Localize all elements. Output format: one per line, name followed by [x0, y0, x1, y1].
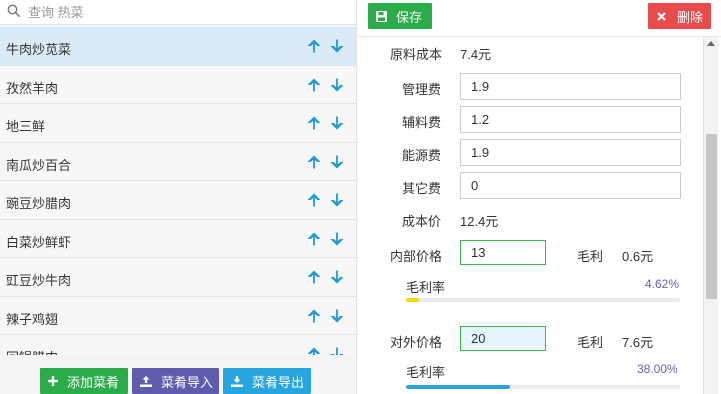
dish-name: 豌豆炒腊肉	[6, 196, 72, 211]
dish-item[interactable]: 地三鲜	[0, 104, 356, 143]
internal-margin-value: 4.62%	[645, 277, 680, 291]
move-down-icon[interactable]	[329, 269, 345, 285]
internal-profit-label: 毛利	[577, 249, 604, 264]
delete-button[interactable]: 删除	[648, 3, 711, 29]
external-profit-value: 7.6元	[622, 335, 654, 350]
move-up-icon[interactable]	[306, 346, 322, 355]
dish-list: 牛肉炒苋菜 孜然羊肉 地三鲜 南瓜炒百合 豌豆炒腊肉 白菜炒鲜虾 豇豆炒牛肉 辣…	[0, 27, 356, 355]
energy-fee-label: 能源费	[402, 148, 442, 163]
save-label: 保存	[396, 9, 423, 25]
search-bar	[0, 0, 356, 25]
raw-cost-value: 7.4元	[460, 47, 492, 62]
dish-item[interactable]: 辣子鸡翅	[0, 296, 356, 335]
save-icon	[376, 10, 387, 22]
dish-item[interactable]: 回锅腊肉	[0, 335, 356, 355]
plus-icon	[48, 376, 58, 386]
dish-list-panel: 牛肉炒苋菜 孜然羊肉 地三鲜 南瓜炒百合 豌豆炒腊肉 白菜炒鲜虾	[0, 0, 357, 394]
internal-margin-bar	[406, 298, 680, 302]
move-down-icon[interactable]	[329, 231, 345, 247]
move-up-icon[interactable]	[306, 192, 322, 208]
move-up-icon[interactable]	[306, 115, 322, 131]
move-up-icon[interactable]	[306, 231, 322, 247]
upload-icon	[140, 375, 152, 387]
add-dish-button[interactable]: 添加菜肴	[40, 368, 128, 394]
search-input[interactable]	[28, 2, 328, 22]
download-icon	[231, 375, 243, 387]
move-down-icon[interactable]	[329, 192, 345, 208]
auxiliary-fee-label: 辅料费	[402, 115, 442, 130]
detail-toolbar: 保存 删除	[358, 0, 721, 37]
dish-item[interactable]: 牛肉炒苋菜	[0, 27, 356, 66]
import-dish-label: 菜肴导入	[161, 374, 214, 390]
external-price-input[interactable]	[460, 326, 546, 351]
other-fee-input[interactable]	[460, 172, 681, 199]
external-price-label: 对外价格	[390, 335, 443, 350]
move-down-icon[interactable]	[329, 346, 345, 355]
dish-item[interactable]: 孜然羊肉	[0, 65, 356, 104]
import-dish-button[interactable]: 菜肴导入	[132, 368, 219, 394]
raw-cost-label: 原料成本	[390, 47, 443, 62]
other-fee-label: 其它费	[402, 181, 442, 196]
management-fee-label: 管理费	[402, 82, 442, 97]
move-up-icon[interactable]	[306, 77, 322, 93]
dish-name: 牛肉炒苋菜	[6, 42, 72, 57]
auxiliary-fee-input[interactable]	[460, 106, 681, 133]
move-down-icon[interactable]	[329, 115, 345, 131]
internal-profit-value: 0.6元	[622, 249, 654, 264]
internal-price-label: 内部价格	[390, 249, 443, 264]
move-down-icon[interactable]	[329, 308, 345, 324]
dish-item[interactable]: 豇豆炒牛肉	[0, 258, 356, 297]
dish-item[interactable]: 南瓜炒百合	[0, 142, 356, 181]
move-up-icon[interactable]	[306, 269, 322, 285]
move-down-icon[interactable]	[329, 38, 345, 54]
scroll-up-arrow-icon[interactable]	[707, 41, 715, 46]
external-margin-value: 38.00%	[637, 362, 678, 376]
move-up-icon[interactable]	[306, 38, 322, 54]
internal-margin-label: 毛利率	[406, 280, 446, 295]
move-up-icon[interactable]	[306, 154, 322, 170]
dish-name: 白菜炒鲜虾	[6, 234, 72, 250]
dish-name: 回锅腊肉	[6, 347, 58, 355]
delete-label: 删除	[677, 9, 704, 25]
move-down-icon[interactable]	[329, 154, 345, 170]
dish-item[interactable]: 白菜炒鲜虾	[0, 219, 356, 258]
internal-price-input[interactable]	[460, 240, 546, 265]
form-scrollbar[interactable]	[703, 37, 718, 394]
management-fee-input[interactable]	[460, 73, 681, 100]
dish-item[interactable]: 豌豆炒腊肉	[0, 181, 356, 220]
search-icon	[7, 4, 21, 18]
export-dish-button[interactable]: 菜肴导出	[223, 368, 311, 394]
energy-fee-input[interactable]	[460, 139, 681, 166]
add-dish-label: 添加菜肴	[67, 374, 120, 390]
external-margin-bar-fill	[406, 385, 511, 389]
dish-name: 辣子鸡翅	[6, 311, 59, 327]
close-icon	[657, 11, 666, 21]
external-profit-label: 毛利	[577, 335, 604, 350]
internal-margin-bar-fill	[406, 298, 419, 302]
dish-name: 南瓜炒百合	[6, 157, 72, 173]
dish-name: 豇豆炒牛肉	[6, 273, 72, 288]
dish-name: 孜然羊肉	[6, 80, 59, 96]
cost-price-value: 12.4元	[460, 214, 499, 229]
move-down-icon[interactable]	[329, 77, 345, 93]
export-dish-label: 菜肴导出	[252, 374, 305, 390]
move-up-icon[interactable]	[306, 308, 322, 324]
save-button[interactable]: 保存	[368, 3, 432, 29]
external-margin-label: 毛利率	[406, 365, 446, 380]
dish-name: 地三鲜	[6, 119, 46, 134]
cost-price-label: 成本价	[402, 214, 442, 229]
external-margin-bar	[406, 385, 680, 389]
scrollbar-thumb[interactable]	[706, 134, 717, 299]
